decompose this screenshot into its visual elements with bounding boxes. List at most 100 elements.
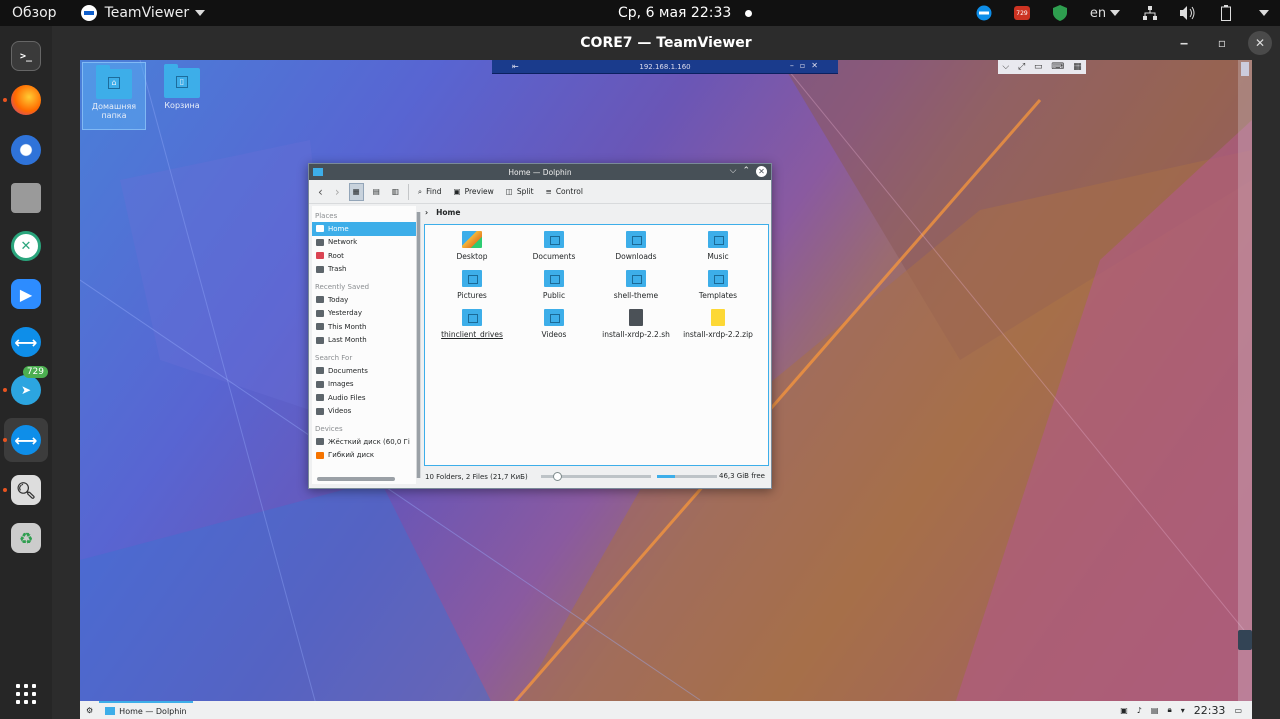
file-item[interactable]: Videos — [513, 309, 595, 339]
file-item[interactable]: install-xrdp-2.2.sh — [595, 309, 677, 339]
control-button[interactable]: ≡ Control — [543, 183, 586, 201]
remote-show-desktop-icon[interactable]: ▭ — [1234, 706, 1242, 715]
close-button[interactable]: ✕ — [756, 166, 767, 177]
file-item[interactable]: Documents — [513, 231, 595, 261]
places-item-network[interactable]: Network — [312, 236, 416, 250]
teamviewer-side-icon[interactable] — [1238, 630, 1252, 650]
show-applications-icon[interactable] — [16, 684, 36, 704]
teamviewer-remote-toolbar[interactable]: ⌵ ⤢ ▭ ⌨ ▦ — [998, 60, 1086, 74]
teamviewer-tray-icon[interactable] — [976, 5, 992, 21]
zoom-slider[interactable] — [541, 472, 651, 481]
remote-scrollbar[interactable] — [1238, 60, 1252, 719]
details-view-button[interactable]: ▥ — [389, 183, 402, 201]
search-item-documents[interactable]: Documents — [312, 364, 416, 378]
back-button[interactable]: ‹ — [315, 183, 326, 201]
search-item-audio[interactable]: Audio Files — [312, 391, 416, 405]
monitors-icon[interactable]: ▭ — [1034, 62, 1043, 72]
minimize-button[interactable]: ⌵ — [730, 166, 737, 177]
volume-icon[interactable] — [1180, 5, 1196, 21]
split-button[interactable]: ◫ Split — [503, 183, 537, 201]
remote-volume-icon[interactable]: ♪ — [1137, 706, 1142, 715]
icons-view-button[interactable]: ▦ — [348, 182, 364, 201]
places-item-home[interactable]: Home — [312, 222, 416, 236]
remote-lock-icon[interactable]: 🔒︎ — [1167, 705, 1171, 715]
taskbar-task-dolphin[interactable]: Home — Dolphin — [99, 701, 193, 719]
close-button[interactable]: ✕ — [1248, 31, 1272, 55]
language-switcher[interactable]: en — [1090, 5, 1121, 21]
app-launcher-icon[interactable]: ⚙ — [86, 706, 93, 715]
app-menu[interactable]: TeamViewer — [73, 0, 214, 26]
file-item[interactable]: Downloads — [595, 231, 677, 261]
clock[interactable]: Ср, 6 мая 22:33 — [618, 0, 753, 26]
device-label: Гибкий диск — [328, 451, 375, 460]
desktop-icon-home[interactable]: ⌂ Домашняя папка — [82, 62, 146, 130]
file-item[interactable]: install-xrdp-2.2.zip — [677, 309, 759, 339]
search-item-videos[interactable]: Videos — [312, 405, 416, 419]
find-button[interactable]: ⌕ Find — [415, 183, 445, 201]
preview-button[interactable]: ▣ Preview — [450, 183, 496, 201]
activities-button[interactable]: Обзор — [0, 0, 65, 26]
forward-button[interactable]: › — [332, 183, 343, 201]
file-view[interactable]: Desktop Documents Downloads Music Pictur… — [424, 224, 769, 466]
places-item-trash[interactable]: Trash — [312, 263, 416, 277]
dock-image-viewer[interactable]: 🔍︎ — [3, 468, 48, 512]
file-item[interactable]: Music — [677, 231, 759, 261]
breadcrumb[interactable]: › Home — [425, 208, 460, 217]
dock-trash[interactable]: ♻ — [4, 516, 48, 560]
maximize-button[interactable]: ⌃ — [742, 166, 750, 177]
zoom-slider-knob[interactable] — [553, 472, 562, 481]
downloads-folder-icon — [626, 231, 646, 248]
dock-telegram[interactable]: ➤ 729 — [3, 366, 48, 412]
places-item-root[interactable]: Root — [312, 249, 416, 263]
device-item-floppy[interactable]: Гибкий диск — [312, 449, 416, 463]
desktop-icon-trash[interactable]: ▯ Корзина — [150, 62, 214, 122]
search-item-images[interactable]: Images — [312, 378, 416, 392]
shield-icon[interactable] — [1052, 5, 1068, 21]
remote-updates-icon[interactable]: ▾ — [1181, 706, 1185, 715]
remote-network-icon[interactable]: ▣ — [1120, 706, 1128, 715]
dock-thunderbird[interactable] — [4, 128, 48, 172]
teamviewer-remote-ribbon[interactable]: ⇤ 192.168.1.160 –▫✕ — [492, 60, 838, 74]
places-scrollbar[interactable] — [416, 212, 421, 478]
calendar-icon — [316, 323, 324, 331]
file-item[interactable]: thinclient_drives — [431, 309, 513, 339]
dock-firefox[interactable] — [3, 78, 48, 122]
maximize-button[interactable]: ▫ — [1210, 31, 1234, 55]
dock-teamviewer-2[interactable]: ⟷ — [3, 418, 48, 462]
window-titlebar[interactable]: CORE7 — TeamViewer ‒ ▫ ✕ — [52, 26, 1280, 60]
remote-screen[interactable]: ⇤ 192.168.1.160 –▫✕ ⌵ ⤢ ▭ ⌨ ▦ ⌂ Домашняя… — [80, 60, 1252, 719]
dock-terminal[interactable]: >_ — [4, 34, 48, 78]
recent-item-this-month[interactable]: This Month — [312, 320, 416, 334]
compact-view-button[interactable]: ▤ — [370, 183, 383, 201]
battery-icon[interactable] — [1218, 5, 1234, 21]
breadcrumb-home[interactable]: Home — [436, 208, 460, 217]
dolphin-titlebar[interactable]: Home — Dolphin ⌵ ⌃ ✕ — [309, 164, 771, 180]
dock-zoom[interactable]: ▶ — [4, 272, 48, 316]
remote-clipboard-icon[interactable]: ▤ — [1151, 706, 1159, 715]
file-item[interactable]: Templates — [677, 270, 759, 300]
remote-clock[interactable]: 22:33 — [1194, 704, 1226, 717]
recent-item-today[interactable]: Today — [312, 293, 416, 307]
file-item[interactable]: Public — [513, 270, 595, 300]
dolphin-app-icon — [105, 707, 116, 715]
grid-icon[interactable]: ▦ — [1073, 62, 1082, 72]
device-item-hdd[interactable]: Жёсткий диск (60,0 Гі — [312, 435, 416, 449]
pin-icon[interactable]: ⇤ — [512, 62, 519, 71]
places-hscrollbar[interactable] — [317, 477, 395, 481]
dock-teamviewer-1[interactable]: ⟷ — [4, 320, 48, 364]
vpn-tray-icon[interactable]: 729 — [1014, 5, 1030, 21]
network-icon[interactable] — [1142, 5, 1158, 21]
ribbon-window-controls[interactable]: –▫✕ — [790, 61, 824, 70]
file-item[interactable]: shell-theme — [595, 270, 677, 300]
fullscreen-icon[interactable]: ⤢ — [1018, 62, 1025, 72]
recent-item-last-month[interactable]: Last Month — [312, 334, 416, 348]
dock-files[interactable] — [4, 176, 48, 220]
file-item[interactable]: Pictures — [431, 270, 513, 300]
collapse-icon[interactable]: ⌵ — [1002, 62, 1009, 72]
minimize-button[interactable]: ‒ — [1172, 31, 1196, 55]
power-menu-icon[interactable] — [1256, 5, 1272, 21]
file-item[interactable]: Desktop — [431, 231, 513, 261]
keyboard-icon[interactable]: ⌨ — [1051, 62, 1064, 72]
recent-item-yesterday[interactable]: Yesterday — [312, 307, 416, 321]
dock-x2go[interactable]: ✕ — [4, 224, 48, 268]
